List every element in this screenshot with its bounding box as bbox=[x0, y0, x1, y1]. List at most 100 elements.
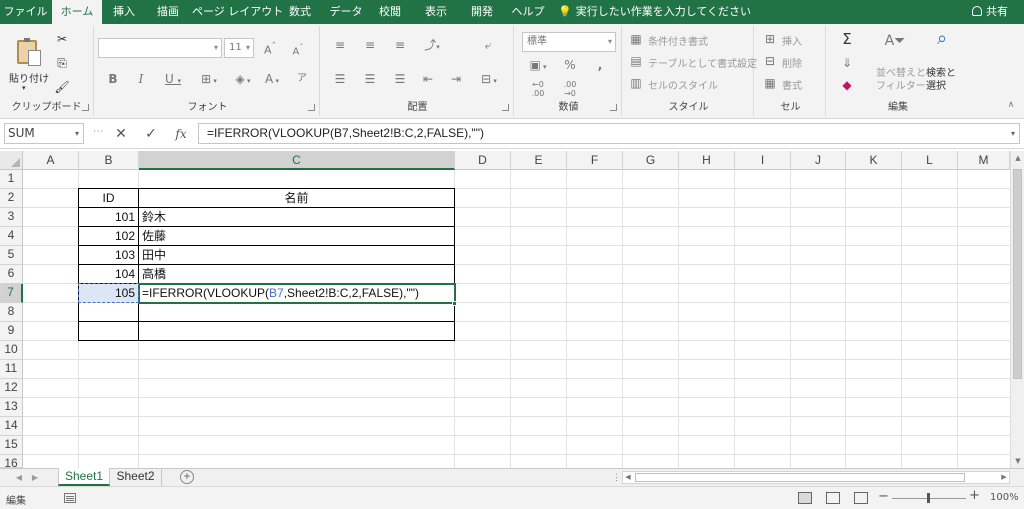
column-header-h[interactable]: H bbox=[679, 151, 735, 170]
tab-developer[interactable]: 開発 bbox=[462, 0, 502, 24]
row-header-10[interactable]: 10 bbox=[0, 341, 23, 360]
tab-review[interactable]: 校閲 bbox=[370, 0, 410, 24]
border-icon[interactable]: ⊞ ▾ bbox=[196, 72, 222, 88]
cell-name[interactable]: 佐藤 bbox=[139, 227, 454, 246]
tab-insert[interactable]: 挿入 bbox=[104, 0, 144, 24]
column-header-g[interactable]: G bbox=[623, 151, 679, 170]
tab-home[interactable]: ホーム bbox=[52, 0, 102, 24]
row-header-16[interactable]: 16 bbox=[0, 455, 23, 468]
tell-me-search[interactable]: 💡 実行したい作業を入力してください bbox=[558, 0, 751, 24]
align-right-icon[interactable]: ☰ bbox=[392, 72, 408, 86]
delete-cells-button[interactable]: ⊟ 削除 bbox=[764, 54, 822, 70]
merge-center-icon[interactable]: ⊟ ▾ bbox=[476, 72, 502, 88]
font-color-icon[interactable]: A ▾ bbox=[260, 72, 284, 88]
sheet-tab-sheet1[interactable]: Sheet1 bbox=[58, 468, 110, 486]
copy-icon[interactable]: ⎘ bbox=[54, 56, 70, 70]
row-header-2[interactable]: 2 bbox=[0, 189, 23, 208]
scroll-thumb[interactable] bbox=[635, 473, 965, 482]
format-cells-button[interactable]: ▦ 書式 bbox=[764, 76, 822, 92]
clear-icon[interactable]: ◆ bbox=[838, 78, 856, 92]
zoom-percentage[interactable]: 100% bbox=[990, 492, 1019, 503]
cancel-icon[interactable]: ✕ bbox=[110, 124, 132, 144]
align-left-icon[interactable]: ☰ bbox=[332, 72, 348, 86]
percent-icon[interactable]: % bbox=[562, 58, 578, 72]
comma-style-icon[interactable]: , bbox=[592, 58, 608, 72]
font-size-combo[interactable]: 11 ▾ bbox=[224, 38, 254, 58]
column-header-j[interactable]: J bbox=[791, 151, 846, 170]
column-header-l[interactable]: L bbox=[902, 151, 958, 170]
column-header-a[interactable]: A bbox=[23, 151, 79, 170]
sheet-tab-sheet2[interactable]: Sheet2 bbox=[110, 468, 162, 486]
underline-icon[interactable]: U ▾ bbox=[162, 72, 184, 88]
decrease-decimal-icon[interactable]: .00 →0 bbox=[560, 80, 580, 98]
formula-input[interactable]: =IFERROR(VLOOKUP(B7,Sheet2!B:C,2,FALSE),… bbox=[198, 123, 1020, 144]
page-layout-view-icon[interactable] bbox=[826, 492, 840, 504]
dialog-launcher-icon[interactable] bbox=[610, 104, 617, 111]
fill-handle[interactable] bbox=[452, 301, 457, 306]
tab-data[interactable]: データ bbox=[326, 0, 366, 24]
column-header-b[interactable]: B bbox=[79, 151, 139, 170]
paste-button[interactable]: 貼り付け ▾ bbox=[4, 30, 49, 102]
table-header-id[interactable]: ID bbox=[79, 189, 138, 208]
fill-color-icon[interactable]: ◈ ▾ bbox=[230, 72, 256, 88]
autosum-icon[interactable]: Σ bbox=[838, 32, 856, 47]
fill-icon[interactable]: ⇓ bbox=[838, 56, 856, 70]
cell-id[interactable]: 104 bbox=[79, 265, 138, 284]
find-select-button[interactable]: ⌕ 検索と 選択 bbox=[924, 30, 964, 94]
collapse-ribbon-icon[interactable]: ∧ bbox=[1004, 98, 1018, 112]
cell-name[interactable]: 鈴木 bbox=[139, 208, 454, 227]
dialog-launcher-icon[interactable] bbox=[502, 104, 509, 111]
dialog-launcher-icon[interactable] bbox=[308, 104, 315, 111]
row-header-13[interactable]: 13 bbox=[0, 398, 23, 417]
tab-draw[interactable]: 描画 bbox=[148, 0, 188, 24]
cell-id[interactable]: 103 bbox=[79, 246, 138, 265]
normal-view-icon[interactable] bbox=[798, 492, 812, 504]
enter-check-icon[interactable]: ✓ bbox=[140, 124, 162, 144]
bold-icon[interactable]: B bbox=[106, 72, 120, 86]
cell-styles-button[interactable]: ▥ セルのスタイル bbox=[630, 76, 750, 92]
column-header-i[interactable]: I bbox=[735, 151, 791, 170]
align-center-icon[interactable]: ☰ bbox=[362, 72, 378, 86]
row-header-14[interactable]: 14 bbox=[0, 417, 23, 436]
increase-font-icon[interactable]: Aˆ bbox=[262, 40, 278, 58]
worksheet-grid[interactable]: A B C D E F G H I J K L M 1 2 3 4 5 6 7 … bbox=[0, 151, 1010, 468]
insert-cells-button[interactable]: ⊞ 挿入 bbox=[764, 32, 822, 48]
scroll-thumb[interactable] bbox=[1013, 169, 1022, 379]
sort-filter-button[interactable]: A⏷ 並べ替えと フィルター bbox=[874, 32, 926, 94]
align-top-icon[interactable]: ≡ bbox=[332, 38, 348, 52]
phonetic-icon[interactable]: ア bbox=[292, 72, 312, 86]
decrease-indent-icon[interactable]: ⇤ bbox=[420, 72, 436, 86]
scroll-right-icon[interactable]: ▶ bbox=[999, 472, 1009, 483]
row-header-3[interactable]: 3 bbox=[0, 208, 23, 227]
font-name-combo[interactable]: ▾ bbox=[98, 38, 222, 58]
zoom-in-icon[interactable]: + bbox=[969, 488, 980, 503]
share-button[interactable]: 共有 bbox=[972, 0, 1008, 24]
row-header-11[interactable]: 11 bbox=[0, 360, 23, 379]
scroll-left-icon[interactable]: ◀ bbox=[623, 472, 633, 483]
column-header-c[interactable]: C bbox=[139, 151, 455, 170]
row-header-5[interactable]: 5 bbox=[0, 246, 23, 265]
name-box[interactable]: SUM ▾ bbox=[4, 123, 84, 144]
macro-recording-icon[interactable] bbox=[64, 493, 76, 503]
cell-id[interactable]: 102 bbox=[79, 227, 138, 246]
zoom-out-icon[interactable]: − bbox=[878, 489, 889, 504]
row-header-1[interactable]: 1 bbox=[0, 170, 23, 189]
sheet-prev-icon[interactable]: ◀ bbox=[12, 470, 26, 485]
orientation-icon[interactable]: ⤴▾ bbox=[420, 38, 444, 54]
tab-help[interactable]: ヘルプ bbox=[506, 0, 550, 24]
tab-splitter-icon[interactable]: ⋮ bbox=[612, 472, 621, 483]
column-header-f[interactable]: F bbox=[567, 151, 623, 170]
row-header-12[interactable]: 12 bbox=[0, 379, 23, 398]
row-header-4[interactable]: 4 bbox=[0, 227, 23, 246]
row-header-8[interactable]: 8 bbox=[0, 303, 23, 322]
cell-name[interactable]: 田中 bbox=[139, 246, 454, 265]
row-header-15[interactable]: 15 bbox=[0, 436, 23, 455]
align-bottom-icon[interactable]: ≡ bbox=[392, 38, 408, 52]
scroll-down-icon[interactable]: ▼ bbox=[1011, 454, 1024, 468]
add-sheet-icon[interactable]: + bbox=[180, 470, 194, 484]
column-header-k[interactable]: K bbox=[846, 151, 902, 170]
column-header-e[interactable]: E bbox=[511, 151, 567, 170]
scroll-up-icon[interactable]: ▲ bbox=[1011, 151, 1024, 165]
conditional-formatting-button[interactable]: ▦ 条件付き書式 bbox=[630, 32, 750, 48]
zoom-slider-knob[interactable] bbox=[927, 493, 930, 503]
